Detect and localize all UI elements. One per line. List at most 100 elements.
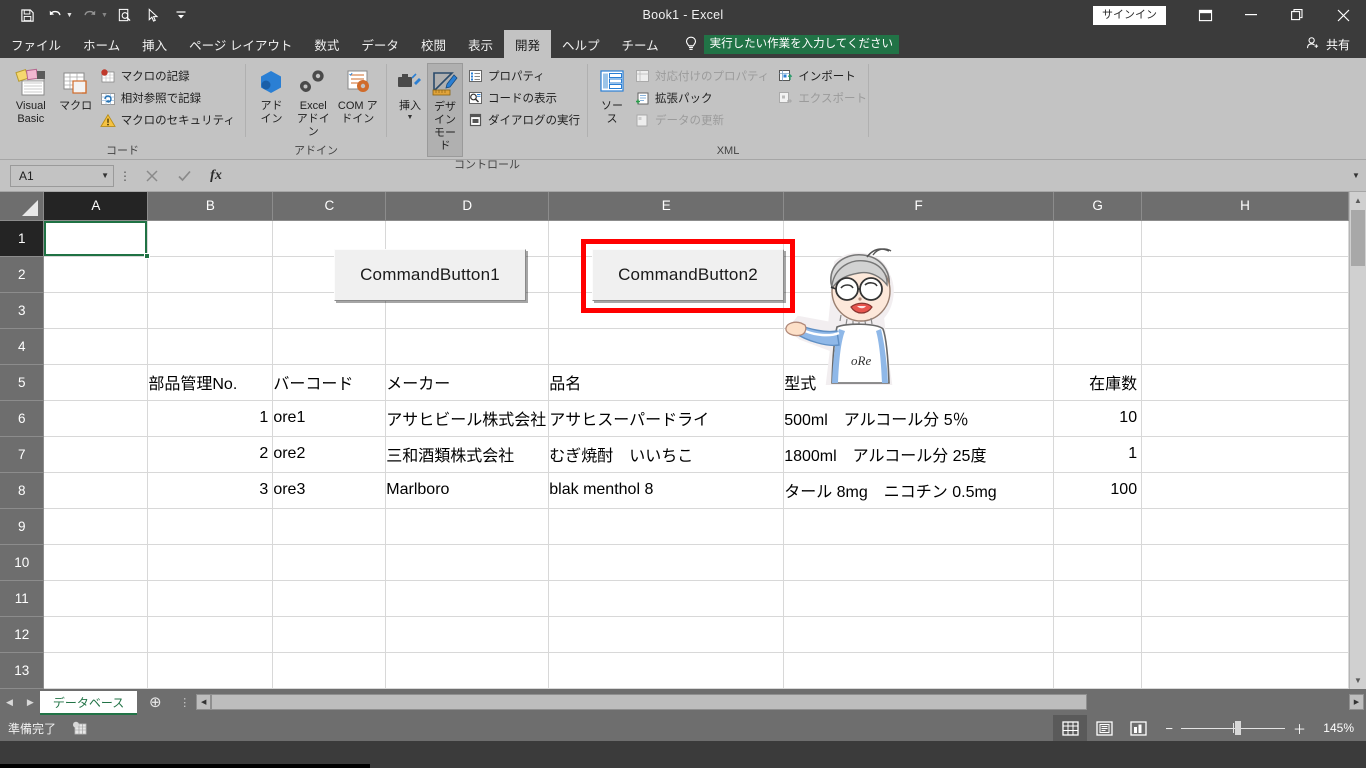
previous-sheet-icon[interactable]: ◀ [6,697,13,708]
horizontal-scroll-thumb[interactable] [211,694,1088,710]
horizontal-scrollbar[interactable]: ◀ ▶ [196,689,1366,715]
tab-data[interactable]: データ [350,30,410,58]
record-macro-button[interactable]: マクロの記録 [96,65,239,87]
close-button[interactable] [1320,0,1366,30]
cell-g1[interactable] [1053,220,1143,257]
row-header-13[interactable]: 13 [0,652,45,689]
cell-g4[interactable] [1053,328,1143,365]
cell-f10[interactable] [783,544,1055,581]
sign-in-button[interactable]: サインイン [1093,5,1166,25]
zoom-slider[interactable] [1180,721,1285,735]
cell-a11[interactable] [43,580,149,617]
cell-d8[interactable]: Marlboro [385,472,550,509]
column-header-f[interactable]: F [783,192,1055,221]
import-button[interactable]: インポート [773,65,871,87]
formula-bar-drag-handle[interactable]: ⋮ [114,169,136,183]
cell-c7[interactable]: ore2 [272,436,387,473]
normal-view-button[interactable] [1053,715,1088,741]
cell-g11[interactable] [1053,580,1143,617]
cell-a9[interactable] [43,508,149,545]
cell-a10[interactable] [43,544,149,581]
cell-d4[interactable] [385,328,550,365]
insert-function-icon[interactable]: fx [200,164,232,188]
cell-a8[interactable] [43,472,149,509]
cell-e8[interactable]: blak menthol 8 [548,472,785,509]
undo-dropdown-icon[interactable]: ▼ [66,12,73,19]
horizontal-scroll-track[interactable] [211,694,1349,710]
tell-me-input[interactable]: 実行したい作業を入力してください [703,34,899,54]
cell-e9[interactable] [548,508,785,545]
name-box-chevron-down-icon[interactable]: ▼ [101,171,109,180]
cell-g7[interactable]: 1 [1053,436,1143,473]
row-header-6[interactable]: 6 [0,400,45,437]
name-box[interactable]: A1 ▼ [10,164,114,187]
tab-insert[interactable]: 挿入 [131,30,178,58]
row-header-3[interactable]: 3 [0,292,45,329]
select-all-corner[interactable] [0,192,45,221]
vertical-scrollbar[interactable]: ▲ ▼ [1349,192,1366,689]
restore-button[interactable] [1274,0,1320,30]
customize-qat-icon[interactable] [168,4,194,26]
cell-c13[interactable] [272,652,387,689]
cell-g10[interactable] [1053,544,1143,581]
page-break-view-button[interactable] [1121,715,1155,741]
cell-a12[interactable] [43,616,149,653]
cell-a13[interactable] [43,652,149,689]
vertical-scroll-thumb[interactable] [1351,210,1365,266]
cell-a6[interactable] [43,400,149,437]
cell-e4[interactable] [548,328,785,365]
column-header-b[interactable]: B [147,192,274,221]
cell-b12[interactable] [147,616,274,653]
cell-h9[interactable] [1141,508,1349,545]
row-header-7[interactable]: 7 [0,436,45,473]
cell-c10[interactable] [272,544,387,581]
cell-e12[interactable] [548,616,785,653]
cell-b2[interactable] [147,256,274,293]
redo-icon[interactable] [77,4,103,26]
tab-team[interactable]: チーム [611,30,670,58]
cell-d10[interactable] [385,544,550,581]
tab-view[interactable]: 表示 [457,30,504,58]
share-button[interactable]: 共有 [1306,30,1366,58]
cell-b9[interactable] [147,508,274,545]
scroll-right-icon[interactable]: ▶ [1349,694,1364,710]
cell-h12[interactable] [1141,616,1349,653]
cell-d13[interactable] [385,652,550,689]
cell-d7[interactable]: 三和酒類株式会社 [385,436,550,473]
select-pointer-icon[interactable] [140,4,166,26]
cell-f9[interactable] [783,508,1055,545]
cell-h13[interactable] [1141,652,1349,689]
cell-h5[interactable] [1141,364,1349,401]
print-preview-icon[interactable] [112,4,138,26]
column-header-a[interactable]: A [43,192,149,221]
column-header-g[interactable]: G [1053,192,1143,221]
cell-b4[interactable] [147,328,274,365]
save-icon[interactable] [14,4,40,26]
cell-h2[interactable] [1141,256,1349,293]
cell-h7[interactable] [1141,436,1349,473]
insert-control-button[interactable]: 挿入 ▼ [393,63,427,124]
sheet-tab-database[interactable]: データベース [39,691,138,715]
column-header-h[interactable]: H [1141,192,1349,221]
page-layout-view-button[interactable] [1087,715,1121,741]
cell-c6[interactable]: ore1 [272,400,387,437]
row-header-2[interactable]: 2 [0,256,45,293]
scroll-up-icon[interactable]: ▲ [1350,192,1366,209]
tab-review[interactable]: 校閲 [410,30,457,58]
cell-e13[interactable] [548,652,785,689]
cell-h1[interactable] [1141,220,1349,257]
column-header-c[interactable]: C [272,192,387,221]
cell-b1[interactable] [147,220,274,257]
macro-security-button[interactable]: マクロのセキュリティ [96,109,239,131]
cell-g13[interactable] [1053,652,1143,689]
cell-c8[interactable]: ore3 [272,472,387,509]
column-header-d[interactable]: D [385,192,550,221]
refresh-data-button[interactable]: データの更新 [630,109,773,131]
tab-help[interactable]: ヘルプ [551,30,611,58]
cell-b3[interactable] [147,292,274,329]
cell-b7[interactable]: 2 [147,436,274,473]
cell-g9[interactable] [1053,508,1143,545]
cell-d9[interactable] [385,508,550,545]
cell-b13[interactable] [147,652,274,689]
tab-file[interactable]: ファイル [0,30,72,58]
